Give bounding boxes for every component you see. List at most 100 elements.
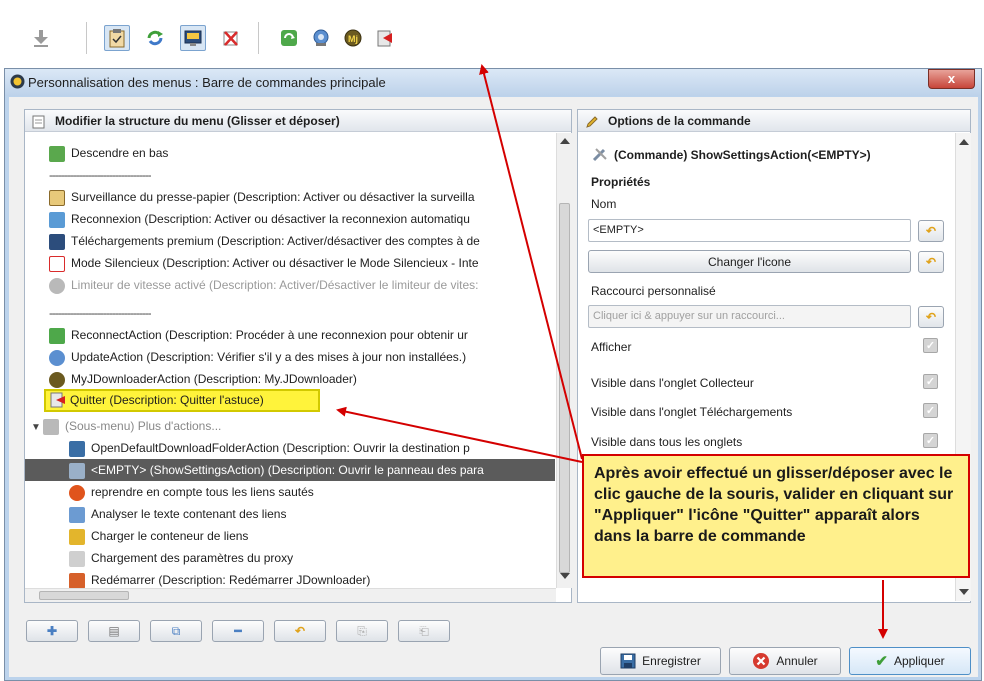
collector-tab-checkbox[interactable]: ✓ (923, 374, 938, 389)
cancel-button[interactable]: Annuler (729, 647, 841, 675)
option-label: Visible dans l'onglet Collecteur (591, 376, 754, 390)
premium-icon[interactable] (180, 25, 206, 51)
submenu-item[interactable]: ▼ (Sous-menu) Plus d'actions... (31, 415, 221, 437)
menu-structure-panel: Modifier la structure du menu (Glisser e… (24, 109, 572, 603)
option-label: Visible dans tous les onglets (591, 435, 743, 449)
scroll-up-icon[interactable] (959, 139, 969, 145)
show-checkbox[interactable]: ✓ (923, 338, 938, 353)
settings-tools-icon (592, 146, 608, 162)
jdownloader-logo-icon (10, 74, 25, 89)
remove-item-button[interactable]: ━ (212, 620, 264, 642)
menu-structure-header: Modifier la structure du menu (Glisser e… (25, 110, 571, 132)
list-item[interactable]: reprendre en compte tous les liens sauté… (69, 481, 314, 503)
option-label: Afficher (591, 340, 632, 354)
horizontal-scrollbar[interactable] (25, 588, 556, 602)
minus-icon: ━ (234, 624, 242, 638)
silent-mode-icon[interactable] (218, 25, 244, 51)
list-item[interactable]: Reconnexion (Description: Activer ou dés… (49, 208, 470, 230)
resume-links-icon (69, 484, 85, 501)
premium-icon (49, 233, 65, 250)
reset-icon-button[interactable]: ↶ (918, 251, 944, 273)
hscroll-thumb[interactable] (39, 591, 129, 600)
list-item[interactable]: Surveillance du presse-papier (Descripti… (49, 186, 475, 208)
reconnect-icon[interactable] (142, 25, 168, 51)
submenu-tree: ▼ (Sous-menu) Plus d'actions... OpenDefau… (25, 413, 555, 603)
folder-icon (43, 418, 59, 435)
submenu-icon: ⧉ (171, 623, 181, 638)
settings-tools-icon (69, 462, 85, 479)
undo-icon: ↶ (294, 624, 306, 638)
command-options-header: Options de la commande (578, 110, 970, 132)
list-item[interactable]: Analyser le texte contenant des liens (69, 503, 286, 525)
downloads-tab-checkbox[interactable]: ✓ (923, 403, 938, 418)
list-item[interactable]: Charger le conteneur de liens (69, 525, 248, 547)
svg-text:Mj: Mj (348, 34, 358, 44)
selected-list-item[interactable]: <EMPTY> (ShowSettingsAction) (Descriptio… (25, 459, 555, 481)
add-separator-button[interactable]: ▤ (88, 620, 140, 642)
export-button[interactable]: ⎗ (398, 620, 450, 642)
save-button[interactable]: Enregistrer (600, 647, 721, 675)
myjd-icon (49, 371, 65, 388)
list-item[interactable]: Mode Silencieux (Description: Activer ou… (49, 252, 479, 274)
command-options-title: Options de la commande (608, 114, 751, 128)
expand-arrow-icon[interactable]: ▼ (31, 417, 43, 437)
reset-shortcut-button[interactable]: ↶ (918, 306, 944, 328)
document-icon (32, 114, 46, 129)
restart-icon (69, 572, 85, 589)
add-submenu-button[interactable]: ⧉ (150, 620, 202, 642)
save-label: Enregistrer (642, 654, 701, 668)
close-button[interactable]: x (928, 69, 975, 89)
change-icon-button[interactable]: Changer l'icone (588, 250, 911, 273)
list-item[interactable]: Chargement des paramètres du proxy (69, 547, 293, 569)
proxy-icon (69, 550, 85, 567)
vertical-scrollbar[interactable] (556, 133, 572, 588)
separator-item[interactable]: ---------------------------------- (49, 164, 151, 186)
list-item[interactable]: Limiteur de vitesse activé (Description:… (49, 274, 478, 296)
instruction-callout: Après avoir effectué un glisser/déposer … (582, 454, 970, 578)
import-button[interactable]: ⎘ (336, 620, 388, 642)
separator-item[interactable]: ---------------------------------- (49, 302, 151, 324)
add-item-button[interactable]: ✚ (26, 620, 78, 642)
clipboard-icon[interactable] (104, 25, 130, 51)
dialog-title: Personnalisation des menus : Barre de co… (28, 75, 386, 90)
myjd-icon[interactable]: Mj (340, 25, 366, 51)
quit-icon[interactable] (372, 25, 398, 51)
list-item[interactable]: ReconnectAction (Description: Procéder à… (49, 324, 468, 346)
import-icon: ⎘ (357, 623, 367, 638)
list-item[interactable]: Descendre en bas (49, 142, 168, 164)
list-item[interactable]: UpdateAction (Description: Vérifier s'il… (49, 346, 466, 368)
all-tabs-checkbox[interactable]: ✓ (923, 433, 938, 448)
document-icon: ▤ (108, 624, 120, 638)
reconnect-action-icon[interactable] (276, 25, 302, 51)
cancel-x-icon (752, 652, 770, 670)
reset-name-button[interactable]: ↶ (918, 220, 944, 242)
toolbar-separator (86, 22, 87, 54)
undo-icon: ↶ (925, 310, 937, 324)
scroll-down-icon[interactable] (560, 573, 570, 579)
undo-icon: ↶ (925, 255, 937, 269)
scroll-down-icon[interactable] (959, 589, 969, 595)
cancel-label: Annuler (776, 654, 818, 668)
update-icon (49, 349, 65, 366)
scroll-up-icon[interactable] (560, 138, 570, 144)
toolbar-separator (258, 22, 259, 54)
list-item[interactable]: MyJDownloaderAction (Description: My.JDo… (49, 368, 357, 390)
quit-menu-item[interactable] (45, 391, 345, 413)
shortcut-field[interactable]: Cliquer ici & appuyer sur un raccourci..… (588, 305, 911, 328)
list-item[interactable]: Téléchargements premium (Description: Ac… (49, 230, 480, 252)
speed-limit-icon (49, 277, 65, 294)
scroll-thumb[interactable] (559, 203, 570, 573)
name-field[interactable]: <EMPTY> (588, 219, 911, 242)
reset-button[interactable]: ↶ (274, 620, 326, 642)
apply-button[interactable]: ✔ Appliquer (849, 647, 971, 675)
update-icon[interactable] (308, 25, 334, 51)
list-item[interactable]: OpenDefaultDownloadFolderAction (Descrip… (69, 437, 470, 459)
menu-structure-title: Modifier la structure du menu (Glisser e… (55, 114, 340, 128)
add-links-icon (69, 506, 85, 523)
option-label: Visible dans l'onglet Téléchargements (591, 405, 793, 419)
edit-pencil-icon (585, 114, 599, 128)
container-icon (69, 528, 85, 545)
reconnect-action-icon (49, 327, 65, 344)
download-bottom-icon (49, 145, 65, 162)
download-bottom-icon[interactable] (28, 25, 54, 51)
